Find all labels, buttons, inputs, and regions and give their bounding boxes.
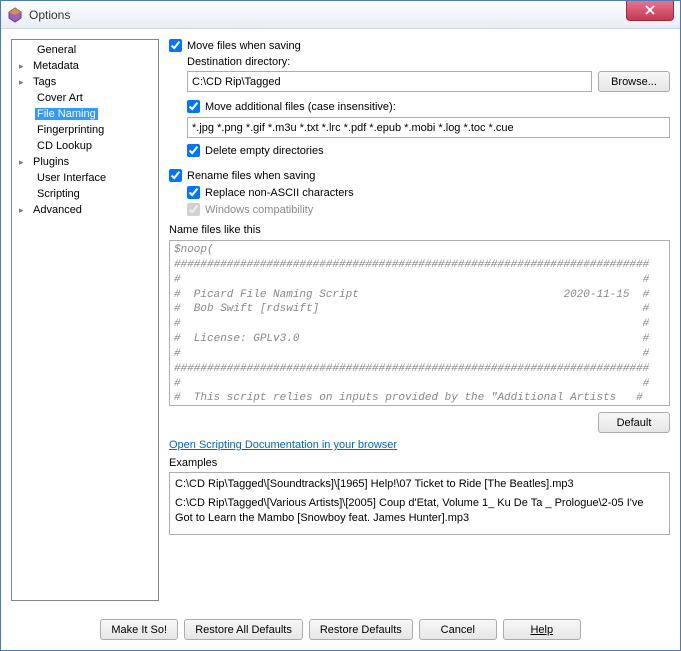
move-additional-checkbox[interactable]: Move additional files (case insensitive)… (187, 100, 670, 113)
move-additional-input[interactable] (187, 100, 200, 113)
close-icon (645, 5, 655, 15)
naming-script-textarea[interactable]: $noop( #################################… (169, 240, 670, 406)
examples-label: Examples (169, 457, 670, 469)
move-files-input[interactable] (169, 39, 182, 52)
sidebar-item-user-interface[interactable]: User Interface (13, 170, 157, 186)
windows-compat-input (187, 203, 200, 216)
help-button[interactable]: Help (503, 619, 581, 640)
sidebar-item-plugins[interactable]: ▸Plugins (13, 154, 157, 170)
sidebar-item-label: Fingerprinting (35, 124, 106, 136)
sidebar-item-file-naming[interactable]: File Naming (13, 106, 157, 122)
app-icon (7, 7, 23, 23)
windows-compat-label: Windows compatibility (205, 204, 313, 216)
delete-empty-input[interactable] (187, 144, 200, 157)
dest-dir-input[interactable] (187, 71, 592, 92)
replace-nonascii-label: Replace non-ASCII characters (205, 187, 354, 199)
make-it-so-button[interactable]: Make It So! (100, 619, 178, 640)
rename-files-checkbox[interactable]: Rename files when saving (169, 169, 670, 182)
sidebar-item-label: Tags (31, 76, 58, 88)
sidebar-item-label: Advanced (31, 204, 84, 216)
dest-dir-label: Destination directory: (187, 56, 670, 68)
rename-files-label: Rename files when saving (187, 170, 315, 182)
sidebar-item-scripting[interactable]: Scripting (13, 186, 157, 202)
sidebar-item-label: Cover Art (35, 92, 85, 104)
browse-button[interactable]: Browse... (598, 71, 670, 92)
replace-nonascii-input[interactable] (187, 186, 200, 199)
delete-empty-checkbox[interactable]: Delete empty directories (187, 144, 670, 157)
sidebar-item-advanced[interactable]: ▸Advanced (13, 202, 157, 218)
chevron-right-icon: ▸ (19, 157, 31, 168)
sidebar-item-label: Scripting (35, 188, 82, 200)
example-row: C:\CD Rip\Tagged\[Soundtracks]\[1965] He… (175, 477, 664, 492)
dialog-buttons: Make It So! Restore All Defaults Restore… (1, 611, 680, 650)
file-masks-input[interactable] (187, 117, 670, 138)
titlebar: Options (1, 1, 680, 29)
options-tree[interactable]: General▸Metadata▸TagsCover ArtFile Namin… (11, 39, 159, 601)
chevron-right-icon: ▸ (19, 205, 31, 216)
move-files-checkbox[interactable]: Move files when saving (169, 39, 670, 52)
file-naming-panel: Move files when saving Destination direc… (169, 39, 670, 601)
close-button[interactable] (626, 1, 674, 21)
sidebar-item-label: Metadata (31, 60, 81, 72)
move-additional-label: Move additional files (case insensitive)… (205, 101, 396, 113)
sidebar-item-metadata[interactable]: ▸Metadata (13, 58, 157, 74)
sidebar-item-label: General (35, 44, 78, 56)
replace-nonascii-checkbox[interactable]: Replace non-ASCII characters (187, 186, 670, 199)
window-title: Options (29, 8, 626, 22)
chevron-right-icon: ▸ (19, 61, 31, 72)
sidebar-item-general[interactable]: General (13, 42, 157, 58)
rename-files-input[interactable] (169, 169, 182, 182)
name-files-label: Name files like this (169, 224, 670, 236)
sidebar-item-cover-art[interactable]: Cover Art (13, 90, 157, 106)
example-row: C:\CD Rip\Tagged\[Various Artists]\[2005… (175, 496, 664, 526)
examples-box: C:\CD Rip\Tagged\[Soundtracks]\[1965] He… (169, 472, 670, 535)
chevron-right-icon: ▸ (19, 77, 31, 88)
sidebar-item-fingerprinting[interactable]: Fingerprinting (13, 122, 157, 138)
delete-empty-label: Delete empty directories (205, 145, 324, 157)
sidebar-item-tags[interactable]: ▸Tags (13, 74, 157, 90)
cancel-button[interactable]: Cancel (419, 619, 497, 640)
sidebar-item-label: User Interface (35, 172, 108, 184)
default-button[interactable]: Default (598, 412, 670, 433)
sidebar-item-label: CD Lookup (35, 140, 94, 152)
sidebar-item-label: Plugins (31, 156, 71, 168)
move-files-label: Move files when saving (187, 40, 301, 52)
restore-all-defaults-button[interactable]: Restore All Defaults (184, 619, 303, 640)
sidebar-item-cd-lookup[interactable]: CD Lookup (13, 138, 157, 154)
scripting-doc-link[interactable]: Open Scripting Documentation in your bro… (169, 439, 670, 451)
restore-defaults-button[interactable]: Restore Defaults (309, 619, 413, 640)
sidebar-item-label: File Naming (35, 108, 98, 120)
windows-compat-checkbox: Windows compatibility (187, 203, 670, 216)
help-label: Help (530, 624, 553, 636)
